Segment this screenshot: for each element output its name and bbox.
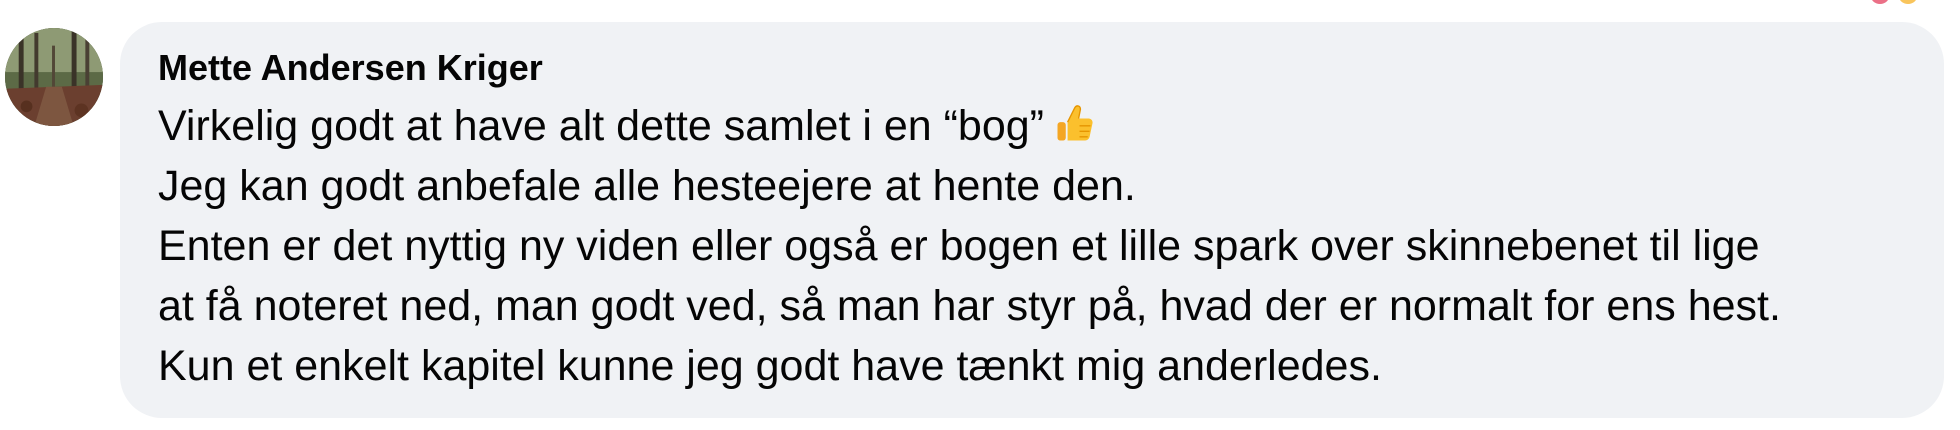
- reaction-icons-partial: [1870, 0, 1932, 4]
- comment-text-line-5: Kun et enkelt kapitel kunne jeg godt hav…: [158, 342, 1382, 390]
- comment-bubble: Mette Andersen Kriger Virkelig godt at h…: [120, 22, 1944, 418]
- comment-text-line-1: Virkelig godt at have alt dette samlet i…: [158, 96, 1910, 156]
- profile-photo-forest-path-icon: [5, 28, 103, 126]
- haha-reaction-icon: [1898, 0, 1918, 4]
- comment-author-name[interactable]: Mette Andersen Kriger: [158, 46, 1910, 90]
- love-reaction-icon: [1870, 0, 1890, 4]
- comment-text-line-1-text: Virkelig godt at have alt dette samlet i…: [158, 102, 1044, 150]
- thumbs-up-icon: [1052, 102, 1096, 146]
- avatar[interactable]: [5, 28, 103, 126]
- comment-text-line-2: Jeg kan godt anbefale alle hesteejere at…: [158, 162, 1136, 210]
- comment-text-line-4: at få noteret ned, man godt ved, så man …: [158, 282, 1781, 330]
- comment-text-line-3: Enten er det nyttig ny viden eller også …: [158, 222, 1760, 270]
- comment-thread: Mette Andersen Kriger Virkelig godt at h…: [0, 0, 1960, 430]
